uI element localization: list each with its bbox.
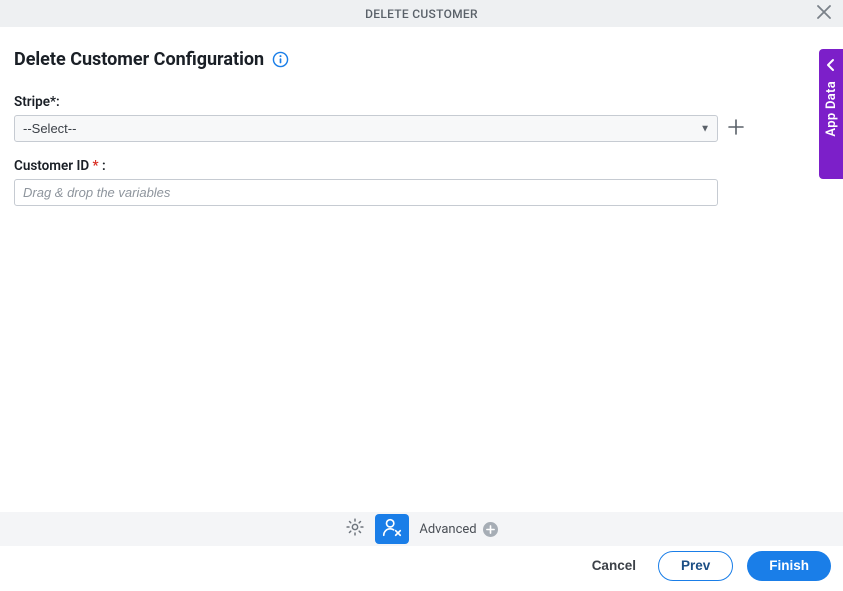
title-row: Delete Customer Configuration bbox=[14, 49, 829, 70]
customer-id-field: Customer ID * : bbox=[14, 158, 829, 206]
bottom-toolbar: Advanced bbox=[0, 512, 843, 546]
settings-button[interactable] bbox=[345, 517, 365, 541]
close-button[interactable] bbox=[815, 5, 833, 23]
advanced-button[interactable]: Advanced bbox=[419, 522, 497, 537]
user-delete-button[interactable] bbox=[375, 514, 409, 544]
info-icon[interactable] bbox=[272, 51, 289, 68]
add-stripe-button[interactable] bbox=[726, 119, 746, 139]
footer-buttons: Cancel Prev Finish bbox=[0, 546, 843, 591]
stripe-field: Stripe*: --Select-- ▼ bbox=[14, 94, 829, 142]
finish-button[interactable]: Finish bbox=[747, 551, 831, 581]
stripe-select-wrap: --Select-- ▼ bbox=[14, 115, 718, 142]
app-data-label: App Data bbox=[824, 81, 839, 137]
plus-icon bbox=[728, 119, 744, 139]
page-title: Delete Customer Configuration bbox=[14, 49, 264, 70]
stripe-row: --Select-- ▼ bbox=[14, 115, 829, 142]
customer-id-input[interactable] bbox=[14, 179, 718, 206]
stripe-select[interactable]: --Select-- bbox=[14, 115, 718, 142]
prev-button[interactable]: Prev bbox=[658, 551, 733, 581]
stripe-label: Stripe*: bbox=[14, 94, 829, 110]
chevron-left-icon bbox=[824, 57, 838, 71]
customer-id-label: Customer ID * : bbox=[14, 158, 829, 174]
advanced-label: Advanced bbox=[419, 522, 476, 537]
plus-circle-icon bbox=[483, 522, 498, 537]
user-delete-icon bbox=[381, 516, 403, 542]
modal-title: DELETE CUSTOMER bbox=[365, 7, 478, 21]
app-data-panel-toggle[interactable]: App Data bbox=[819, 49, 843, 179]
content-area: Delete Customer Configuration Stripe*: -… bbox=[0, 27, 843, 206]
cancel-button[interactable]: Cancel bbox=[584, 551, 644, 581]
gear-icon bbox=[345, 517, 365, 541]
close-icon bbox=[817, 5, 831, 23]
modal-header: DELETE CUSTOMER bbox=[0, 0, 843, 27]
